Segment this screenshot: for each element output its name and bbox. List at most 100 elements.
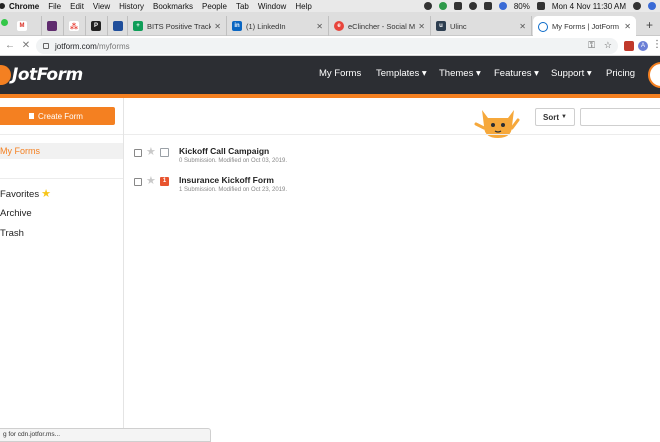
new-tab-icon[interactable]: + [646,19,653,31]
menu-edit[interactable]: Edit [70,2,84,11]
linkedin-icon: in [232,21,242,31]
sidebar-item-favorites[interactable]: Favorites ★ [0,187,51,200]
browser-toolbar: ← ✕ jotform.com/myforms ⚿ ☆ A ⋮ [0,36,660,56]
form-submission-badge: 1 [160,177,169,186]
logo-text: JotForm [12,65,83,85]
browser-tab[interactable]: M [12,16,42,36]
eclincher-icon: e [334,21,344,31]
close-icon[interactable]: ✕ [316,22,323,31]
ulinc-icon: u [436,21,446,31]
close-icon[interactable]: ✕ [418,22,425,31]
form-icon [160,148,169,157]
select-checkbox[interactable] [134,149,142,157]
app-icon: P [91,21,101,31]
status-app-icon[interactable] [423,2,432,10]
nav-support[interactable]: Support ▾ [551,68,592,79]
window-zoom-button[interactable] [1,19,8,26]
search-forms-input[interactable] [580,108,660,126]
menu-chrome[interactable]: Chrome [9,2,39,11]
nav-pricing[interactable]: Pricing [606,68,635,79]
tab-title: (1) LinkedIn [246,21,286,31]
favorites-label: Favorites [0,189,40,200]
bookmark-star-icon[interactable]: ☆ [604,40,612,51]
menu-history[interactable]: History [119,2,144,11]
form-meta: 0 Submission. Modified on Oct 03, 2019. [179,158,288,164]
browser-tab[interactable] [108,16,128,36]
create-form-button[interactable]: Create Form [0,107,115,125]
os-menu-bar: Chrome File Edit View History Bookmarks … [0,0,660,12]
close-icon[interactable]: ✕ [519,22,526,31]
menu-people[interactable]: People [202,2,227,11]
menu-window[interactable]: Window [258,2,286,11]
browser-tab-linkedin[interactable]: in (1) LinkedIn ✕ [227,16,329,36]
browser-tab[interactable]: ⁂ [64,16,86,36]
key-icon[interactable]: ⚿ [588,40,595,51]
sidebar-item-trash[interactable]: Trash [0,228,24,239]
asana-icon: ⁂ [69,21,79,31]
menu-view[interactable]: View [93,2,110,11]
tab-title: Ulinc [450,21,467,31]
back-icon[interactable]: ← [4,40,16,51]
user-icon[interactable] [648,2,656,10]
tab-title: My Forms | JotForm [552,22,619,31]
nav-themes[interactable]: Themes ▾ [439,68,481,79]
url-host: jotform.com [55,41,97,51]
browser-tab[interactable] [42,16,64,36]
profile-avatar-icon[interactable]: A [638,41,648,51]
nav-templates[interactable]: Templates ▾ [376,68,427,79]
menu-tab[interactable]: Tab [236,2,249,11]
browser-tab[interactable]: P [86,16,108,36]
extension-icon[interactable] [624,41,634,51]
jotform-logo-mark-icon [0,65,11,85]
browser-tab-my-forms[interactable]: My Forms | JotForm ✕ [533,16,636,37]
divider [0,178,123,179]
url-path: /myforms [96,41,130,51]
app-icon [47,21,57,31]
nav-features[interactable]: Features ▾ [494,68,539,79]
app-icon [113,21,123,31]
stop-icon[interactable]: ✕ [20,40,32,51]
close-icon[interactable]: ✕ [624,22,631,31]
form-list-item[interactable]: ★ 1 Insurance Kickoff Form 1 Submission.… [134,175,654,201]
nav-my-forms[interactable]: My Forms [319,68,361,79]
favorite-star-icon[interactable]: ★ [146,146,156,158]
address-bar[interactable]: jotform.com/myforms ⚿ ☆ [36,38,618,54]
sidebar-item-my-forms[interactable]: My Forms [0,143,123,159]
status-app-icon[interactable] [453,2,462,10]
menu-file[interactable]: File [48,2,61,11]
browser-tab-eclincher[interactable]: e eClincher - Social Me ✕ [329,16,431,36]
address-bar-actions: ⚿ ☆ [579,40,612,51]
menu-bookmarks[interactable]: Bookmarks [153,2,193,11]
form-meta: 1 Submission. Modified on Oct 23, 2019. [179,187,288,193]
wifi-icon[interactable] [498,2,507,10]
clock[interactable]: Mon 4 Nov 11:30 AM [552,2,626,11]
search-icon[interactable] [633,2,641,10]
sort-label: Sort [543,112,560,122]
status-app-icon[interactable] [468,2,477,10]
close-icon[interactable]: ✕ [214,22,221,31]
divider [0,134,123,135]
form-title[interactable]: Kickoff Call Campaign [179,146,269,156]
select-checkbox[interactable] [134,178,142,186]
apple-icon[interactable] [0,3,5,9]
menu-extras: 80% Mon 4 Nov 11:30 AM [417,0,656,12]
play-icon[interactable] [438,2,447,10]
menu-help[interactable]: Help [295,2,311,11]
browser-tab-ulinc[interactable]: u Ulinc ✕ [431,16,532,36]
form-title[interactable]: Insurance Kickoff Form [179,175,274,185]
more-menu-icon[interactable]: ⋮ [652,39,660,50]
star-icon: ★ [41,188,51,200]
jotform-logo[interactable]: JotForm [0,63,83,87]
browser-tab-strip: M ⁂ P + BITS Positive Tracke ✕ in (1) Li… [0,12,660,37]
lock-icon[interactable] [43,43,49,49]
status-app-icon[interactable] [483,2,492,10]
sort-button[interactable]: Sort ▼ [535,108,575,126]
loading-icon [538,21,548,32]
favorite-star-icon[interactable]: ★ [146,175,156,187]
sheets-icon: + [133,21,143,31]
sidebar-item-archive[interactable]: Archive [0,208,32,219]
browser-tab-bits-tracker[interactable]: + BITS Positive Tracke ✕ [128,16,227,36]
battery-percent[interactable]: 80% [514,2,530,11]
form-list-item[interactable]: ★ Kickoff Call Campaign 0 Submission. Mo… [134,146,654,172]
battery-icon[interactable] [536,2,545,10]
